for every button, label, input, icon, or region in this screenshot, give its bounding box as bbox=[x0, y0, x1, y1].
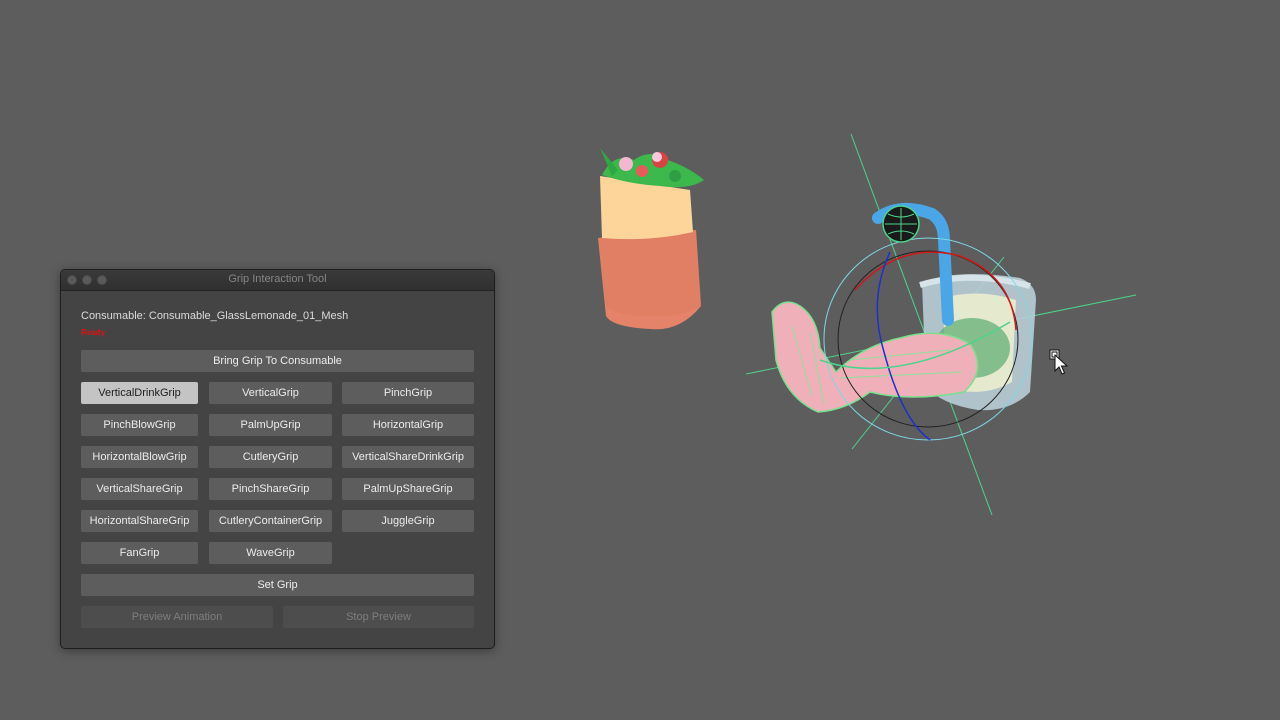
grip-button-juggle[interactable]: JuggleGrip bbox=[342, 510, 474, 532]
pivot-sphere-handle[interactable] bbox=[882, 205, 920, 243]
set-grip-button[interactable]: Set Grip bbox=[81, 574, 474, 596]
grip-interaction-tool-window: Grip Interaction Tool Consumable: Consum… bbox=[60, 269, 495, 649]
grip-button-horizontal[interactable]: HorizontalGrip bbox=[342, 414, 474, 436]
stop-preview-button[interactable]: Stop Preview bbox=[283, 606, 474, 628]
grip-button-horizontal-blow[interactable]: HorizontalBlowGrip bbox=[81, 446, 198, 468]
grip-button-palm-up[interactable]: PalmUpGrip bbox=[209, 414, 332, 436]
grip-button-vertical-share[interactable]: VerticalShareGrip bbox=[81, 478, 198, 500]
grip-button-cutlery-container[interactable]: CutleryContainerGrip bbox=[209, 510, 332, 532]
bring-grip-to-consumable-button[interactable]: Bring Grip To Consumable bbox=[81, 350, 474, 372]
consumable-label: Consumable: Consumable_GlassLemonade_01_… bbox=[81, 310, 349, 322]
grip-button-vertical-drink[interactable]: VerticalDrinkGrip bbox=[81, 382, 198, 404]
status-text: Ready bbox=[81, 328, 106, 337]
window-titlebar[interactable]: Grip Interaction Tool bbox=[61, 270, 494, 291]
grip-button-palm-up-share[interactable]: PalmUpShareGrip bbox=[342, 478, 474, 500]
grip-button-horizontal-share[interactable]: HorizontalShareGrip bbox=[81, 510, 198, 532]
grip-button-pinch-blow[interactable]: PinchBlowGrip bbox=[81, 414, 198, 436]
grip-button-vertical[interactable]: VerticalGrip bbox=[209, 382, 332, 404]
grip-button-pinch[interactable]: PinchGrip bbox=[342, 382, 474, 404]
wrap-consumable-model[interactable] bbox=[598, 148, 704, 330]
grip-button-wave[interactable]: WaveGrip bbox=[209, 542, 332, 564]
mouse-pointer-icon bbox=[1049, 349, 1069, 375]
grip-button-fan[interactable]: FanGrip bbox=[81, 542, 198, 564]
grip-button-cutlery[interactable]: CutleryGrip bbox=[209, 446, 332, 468]
preview-animation-button[interactable]: Preview Animation bbox=[81, 606, 273, 628]
window-title: Grip Interaction Tool bbox=[228, 273, 327, 285]
grip-button-vertical-share-drink[interactable]: VerticalShareDrinkGrip bbox=[342, 446, 474, 468]
grip-button-pinch-share[interactable]: PinchShareGrip bbox=[209, 478, 332, 500]
